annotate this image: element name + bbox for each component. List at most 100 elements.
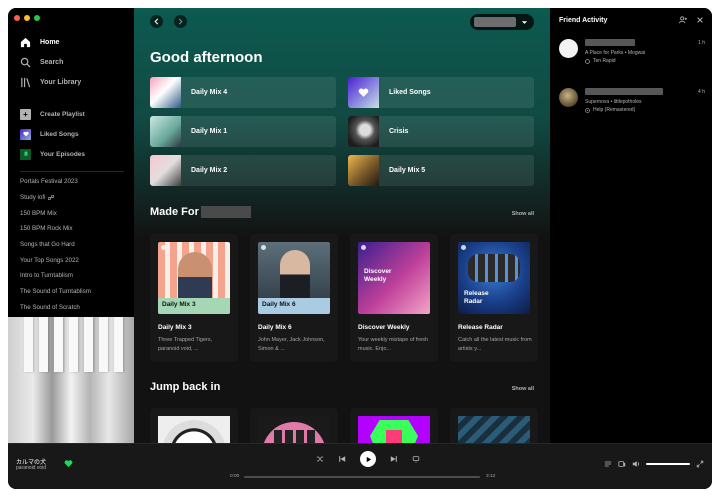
quick-card-art [348, 77, 379, 108]
library-icon [21, 77, 31, 87]
nav-search[interactable]: Search [8, 52, 134, 72]
playlist-item[interactable]: Your Top Songs 2022 [8, 252, 134, 268]
playlist-item[interactable]: Portals Festival 2023 [8, 174, 134, 190]
close-window-button[interactable] [14, 15, 20, 21]
mix-card[interactable]: Daily Mix 3 Daily Mix 3 Three Trapped Ti… [150, 234, 238, 362]
playlist-item[interactable]: 150 BPM Rock Mix [8, 221, 134, 237]
playlist-item[interactable]: Intro to Turntablism [8, 268, 134, 284]
repeat-button[interactable] [412, 455, 420, 463]
playlist-item[interactable]: The Sound of Turntablism [8, 284, 134, 300]
progress-bar[interactable] [244, 476, 480, 478]
friend-track[interactable]: A Place for Parks • Mogwai [585, 50, 645, 56]
play-icon [366, 456, 371, 462]
create-playlist-label: Create Playlist [40, 110, 85, 118]
made-for-show-all[interactable]: Show all [512, 211, 534, 217]
quick-card[interactable]: Daily Mix 2 [150, 155, 336, 186]
liked-songs-link[interactable]: Liked Songs [8, 124, 134, 144]
friend-avatar[interactable] [559, 39, 578, 58]
quick-card-label: Daily Mix 2 [191, 167, 228, 174]
next-button[interactable] [390, 455, 398, 463]
mix-card-title: Release Radar [458, 324, 503, 331]
quick-card[interactable]: Liked Songs [348, 77, 534, 108]
quick-card[interactable]: Daily Mix 1 [150, 116, 336, 147]
play-button[interactable] [360, 451, 376, 467]
playback-controls [308, 450, 428, 468]
redacted-username [200, 206, 251, 218]
spotify-logo-icon [461, 245, 466, 250]
bookmark-icon [20, 148, 31, 160]
jump-back-card[interactable] [150, 408, 238, 443]
mix-card[interactable]: Daily Mix 6 Daily Mix 6 John Mayer, Jack… [250, 234, 338, 362]
playlist-item[interactable]: 150 BPM Mix [8, 205, 134, 221]
fullscreen-icon[interactable] [696, 460, 704, 468]
friend-time: 4 h [698, 89, 705, 95]
quick-card[interactable]: Daily Mix 4 [150, 77, 336, 108]
caret-down-icon [521, 20, 528, 24]
create-playlist-button[interactable]: + Create Playlist [8, 104, 134, 124]
shuffle-button[interactable] [316, 455, 324, 463]
back-button[interactable] [150, 15, 163, 28]
previous-button[interactable] [338, 455, 346, 463]
queue-icon[interactable] [604, 460, 612, 468]
friend-time: 1 h [698, 40, 705, 46]
quick-card-label: Liked Songs [389, 89, 431, 96]
nav-library[interactable]: Your Library [8, 72, 134, 92]
made-for-title[interactable]: Made For [150, 206, 251, 218]
friend-context[interactable]: Help (Remastered) [585, 107, 635, 113]
your-episodes-label: Your Episodes [40, 150, 86, 158]
heart-icon [20, 128, 31, 140]
library-actions: + Create Playlist Liked Songs Your Episo… [8, 104, 134, 164]
quick-card[interactable]: Daily Mix 5 [348, 155, 534, 186]
quick-card-art [348, 155, 379, 186]
elapsed-time: 0:00 [230, 474, 240, 479]
jump-back-card[interactable] [350, 408, 438, 443]
like-heart-icon[interactable] [64, 459, 73, 468]
playlist-item[interactable]: The Sound of Scratch [8, 300, 134, 316]
chevron-left-icon [154, 18, 159, 25]
jump-back-art [458, 416, 530, 443]
playlist-context-icon [585, 58, 590, 64]
mix-card[interactable]: Discover Weekly Discover Weekly Your wee… [350, 234, 438, 362]
playlist-item[interactable]: Songs that Go Hard [8, 237, 134, 253]
friend-activity-actions [679, 16, 704, 24]
jump-back-art [258, 416, 330, 443]
chevron-right-icon [178, 18, 183, 25]
zoom-window-button[interactable] [34, 15, 40, 21]
volume-icon[interactable] [632, 460, 640, 468]
friend-activity-item[interactable]: Supernova • littlepotholes Help (Remaste… [559, 88, 705, 116]
jump-back-title[interactable]: Jump back in [150, 381, 220, 393]
friend-avatar[interactable] [559, 88, 578, 107]
forward-button[interactable] [174, 15, 187, 28]
jump-back-show-all[interactable]: Show all [512, 386, 534, 392]
now-playing-cover[interactable] [8, 317, 134, 443]
add-friend-icon[interactable] [679, 16, 687, 24]
spotify-window: Home Search Your Library + Create Playli… [8, 8, 712, 489]
playlist-list: Portals Festival 2023 Study lofi ☍ 150 BP… [8, 174, 134, 315]
heart-icon [358, 88, 369, 97]
minimize-window-button[interactable] [24, 15, 30, 21]
window-controls [14, 15, 40, 21]
mix-card[interactable]: Release Radar Release Radar Catch all th… [450, 234, 538, 362]
mix-card-description: Catch all the latest music from artists … [458, 337, 532, 352]
quick-card[interactable]: Crisis [348, 116, 534, 147]
main-nav: Home Search Your Library [8, 32, 134, 92]
nav-home[interactable]: Home [8, 32, 134, 52]
extra-controls [604, 460, 704, 468]
jump-back-card[interactable] [450, 408, 538, 443]
sidebar-divider [20, 171, 124, 172]
friend-activity-item[interactable]: A Place for Parks • Mogwai Ten Rapid 1 h [559, 39, 705, 67]
jump-back-card[interactable] [250, 408, 338, 443]
playlist-item[interactable]: Study lofi ☍ [8, 190, 134, 206]
main-view: Good afternoon Daily Mix 4 Liked Songs D… [134, 8, 550, 443]
friend-context[interactable]: Ten Rapid [585, 58, 616, 64]
album-context-icon [585, 107, 590, 113]
volume-slider[interactable] [646, 463, 690, 465]
quick-card-art [150, 77, 181, 108]
now-playing-artist[interactable]: paranoid void [16, 465, 46, 471]
profile-menu[interactable] [470, 14, 534, 30]
mix-card-description: Three Trapped Tigers, paranoid void, ... [158, 337, 213, 352]
friend-track[interactable]: Supernova • littlepotholes [585, 99, 642, 105]
close-icon[interactable] [696, 16, 704, 24]
your-episodes-link[interactable]: Your Episodes [8, 144, 134, 164]
connect-device-icon[interactable] [618, 460, 626, 468]
